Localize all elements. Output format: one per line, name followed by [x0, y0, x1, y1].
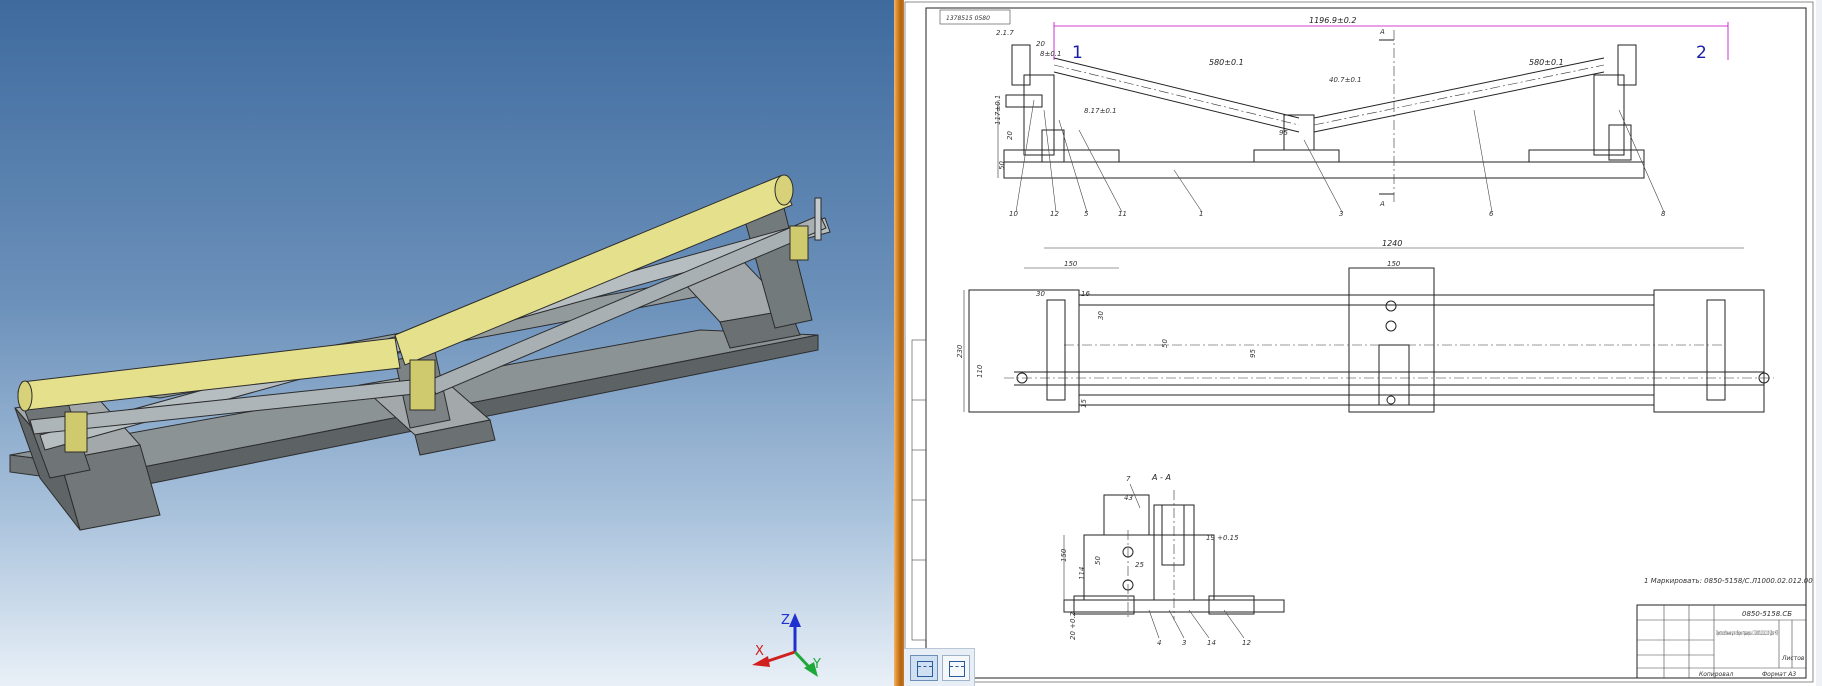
section-dim-h-mid: 114	[1078, 567, 1086, 580]
dim-hole: 8.17±0.1	[1084, 107, 1117, 115]
view-toolbar	[904, 648, 975, 686]
pane-splitter[interactable]	[894, 0, 904, 686]
title-designation: 0850-5158.СБ	[1742, 610, 1792, 618]
leader-5: 5	[1084, 210, 1089, 218]
section-dim-tol: 19 +0.15	[1206, 534, 1239, 542]
3d-model-render[interactable]	[0, 0, 894, 686]
3d-viewport[interactable]: Z X Y	[0, 0, 894, 686]
section-dim-h-total: 150	[1060, 548, 1068, 562]
dim-plan-height-b: 110	[976, 364, 984, 378]
title-copy: Копировал	[1699, 671, 1733, 678]
dim-offset: 20	[1036, 40, 1045, 48]
dim-overall-top: 1196.9±0.2	[1309, 16, 1356, 25]
dim-plan-left-block: 150	[1064, 260, 1078, 268]
dim-plan-bottom-small: 15	[1080, 399, 1088, 408]
leader-3: 3	[1339, 210, 1343, 218]
section-leader-3: 3	[1182, 639, 1186, 647]
section-leader-4: 4	[1157, 639, 1161, 647]
leader-12: 12	[1050, 210, 1059, 218]
dim-height-b: 50	[998, 161, 1006, 170]
dim-tube-right: 580±0.1	[1529, 58, 1564, 67]
doc-number-stamp: 1378515 0580	[946, 15, 990, 22]
right-pin	[814, 197, 822, 241]
dim-plan-mid-block: 150	[1387, 260, 1401, 268]
vertical-scroll-strip[interactable]	[1816, 0, 1822, 686]
leader-11: 11	[1118, 210, 1127, 218]
right-clamp	[789, 225, 809, 261]
dim-v-depth: 95	[1279, 129, 1288, 137]
dim-tube-left: 580±0.1	[1209, 58, 1244, 67]
title-format: Формат А3	[1762, 671, 1796, 678]
dim-mid: 40.7±0.1	[1329, 76, 1362, 84]
leader-8: 8	[1661, 210, 1666, 218]
callout-1: 1	[1072, 43, 1083, 63]
section-dim-w: 43	[1124, 494, 1133, 502]
drawing-sheet[interactable]: 1378515 0580 1196.9±0.2 A A 2.1.7 20 8±0…	[904, 0, 1822, 686]
section-leader-14: 14	[1207, 639, 1216, 647]
dim-height-a: 20	[1006, 131, 1014, 140]
margin-stamp-strip	[911, 339, 927, 641]
drawing-pane[interactable]: 1378515 0580 1196.9±0.2 A A 2.1.7 20 8±0…	[904, 0, 1822, 686]
split-view-icon	[949, 661, 965, 677]
dim-plan-d: 50	[1161, 339, 1169, 348]
section-title: A - A	[1151, 473, 1171, 482]
dim-height-total: 117±0.1	[994, 95, 1002, 125]
dim-plan-e: 95	[1249, 349, 1257, 358]
section-leader-7: 7	[1126, 475, 1131, 483]
yellow-tube-end-left	[17, 380, 33, 412]
left-clamp	[64, 411, 88, 453]
single-view-button[interactable]	[910, 655, 938, 681]
leader-10: 10	[1009, 210, 1018, 218]
dim-plan-a: 30	[1036, 290, 1045, 298]
section-mark-bottom: A	[1379, 200, 1385, 208]
dim-plan-b: 16	[1081, 290, 1090, 298]
leader-6: 6	[1489, 210, 1494, 218]
title-sheets: Листов	[1781, 655, 1805, 662]
split-view-button[interactable]	[942, 655, 970, 681]
dim-left-small: 2.1.7	[996, 29, 1014, 37]
single-view-icon	[917, 661, 933, 677]
section-a-a-view	[1063, 490, 1285, 620]
section-leader-12: 12	[1242, 639, 1251, 647]
marking-note: 1 Маркировать: 0850-5158/С.Л1000.02.012.…	[1644, 577, 1813, 585]
middle-clamp	[409, 359, 436, 411]
section-dim-bottom: 20 +0.2	[1069, 611, 1077, 640]
title-name: Приспособление для сборки траверсы С.Л10…	[1716, 630, 1778, 637]
dim-offset-tol: 8±0.1	[1040, 50, 1061, 58]
leader-1: 1	[1199, 210, 1203, 218]
section-dim-small: 25	[1135, 561, 1144, 569]
yellow-tube-end-right	[774, 174, 794, 206]
section-mark-top: A	[1379, 28, 1385, 36]
dim-plan-c: 30	[1097, 311, 1105, 320]
callout-2: 2	[1696, 43, 1707, 63]
section-dim-h-small: 50	[1094, 556, 1102, 565]
dim-plan-overall: 1240	[1382, 239, 1402, 248]
top-view-leaders	[1015, 99, 1665, 213]
dim-plan-height-total: 230	[956, 344, 964, 358]
